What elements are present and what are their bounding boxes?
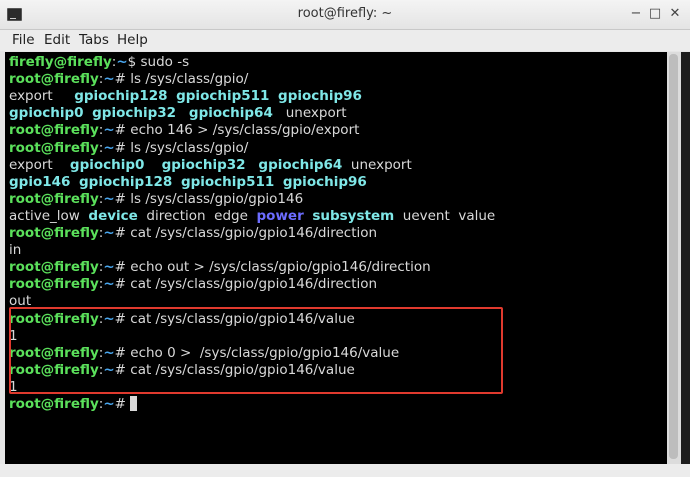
terminal-text: active_low (9, 207, 89, 224)
prompt-user: firefly@firefly (9, 54, 112, 70)
menu-tabs[interactable]: Tabs (79, 32, 109, 48)
terminal-text: # ls /sys/class/gpio/ (114, 71, 249, 88)
terminal-text: # cat /sys/class/gpio/gpio146/direction (114, 276, 378, 293)
terminal-line: gpio146 gpiochip128 gpiochip511 gpiochip… (9, 174, 367, 191)
terminal-text: gpiochip128 (79, 173, 173, 190)
terminal-text: # cat /sys/class/gpio/gpio146/direction (114, 225, 378, 241)
terminal-text: unexport (272, 105, 347, 122)
terminal-text: gpio146 (9, 173, 71, 190)
prompt-user: root@firefly (9, 259, 99, 276)
window-title: root@firefly: ~ (297, 6, 393, 21)
prompt-user: root@firefly (9, 71, 99, 88)
scrollbar[interactable] (667, 52, 681, 464)
terminal-line: root@firefly:~# (9, 396, 138, 413)
terminal-text: # (114, 396, 131, 412)
terminal-text: # echo 146 > /sys/class/gpio/export (114, 122, 360, 139)
terminal-text: # ls /sys/class/gpio/ (114, 139, 249, 156)
terminal-text: # echo out > /sys/class/gpio/gpio146/dir… (114, 259, 431, 276)
prompt-user: root@firefly (9, 139, 99, 156)
terminal-line: root@firefly:~# ls /sys/class/gpio/gpio1… (9, 191, 303, 208)
terminal-line: root@firefly:~# echo 146 > /sys/class/gp… (9, 122, 359, 139)
terminal-text: gpiochip0 (9, 105, 84, 122)
prompt-user: root@firefly (9, 276, 99, 293)
terminal-text: uevent value (394, 207, 496, 224)
prompt-user: root@firefly (9, 225, 99, 241)
terminal-text: gpiochip511 (180, 173, 275, 190)
menu-edit[interactable]: Edit (44, 32, 70, 48)
close-button[interactable]: ✕ (666, 5, 684, 23)
prompt-path: ~ (103, 122, 115, 139)
title-bar: root@firefly: ~ − □ ✕ (0, 0, 690, 30)
highlight-box (9, 307, 503, 394)
prompt-user: root@firefly (9, 396, 99, 412)
terminal-line: gpiochip0 gpiochip32 gpiochip64 unexport (9, 105, 347, 122)
terminal-line: root@firefly:~# cat /sys/class/gpio/gpio… (9, 225, 377, 242)
terminal-line: root@firefly:~# ls /sys/class/gpio/ (9, 140, 248, 157)
terminal-output[interactable]: firefly@firefly:~$ sudo -s root@firefly:~… (5, 52, 667, 464)
status-strip (0, 464, 690, 477)
terminal-text: subsystem (312, 207, 395, 224)
terminal-line: active_low device direction edge power s… (9, 208, 495, 225)
terminal-text: device (88, 207, 138, 224)
prompt-path: ~ (103, 190, 115, 207)
terminal-line: export gpiochip0 gpiochip32 gpiochip64 u… (9, 157, 412, 174)
prompt-path: ~ (103, 71, 115, 88)
menu-help[interactable]: Help (117, 32, 148, 48)
prompt-user: root@firefly (9, 190, 99, 207)
terminal-text: in (9, 242, 22, 259)
terminal-text: power (256, 207, 304, 224)
menu-bar: File Edit Tabs Help (0, 30, 690, 51)
prompt-user: root@firefly (9, 122, 99, 139)
terminal-text: $ sudo -s (127, 54, 190, 70)
terminal-line: export gpiochip128 gpiochip511 gpiochip9… (9, 88, 362, 105)
minimize-button[interactable]: − (627, 5, 645, 23)
terminal-text: # ls /sys/class/gpio/gpio146 (114, 190, 304, 207)
scrollbar-thumb[interactable] (669, 54, 678, 459)
terminal-text: gpiochip64 (188, 105, 273, 122)
terminal-line: in (9, 242, 21, 259)
terminal-text: gpiochip96 (278, 88, 362, 105)
maximize-button[interactable]: □ (646, 5, 664, 23)
terminal-text: gpiochip64 (258, 156, 343, 173)
terminal-line: root@firefly:~# ls /sys/class/gpio/ (9, 71, 248, 88)
prompt-path: ~ (103, 259, 115, 276)
terminal-line: root@firefly:~# cat /sys/class/gpio/gpio… (9, 276, 377, 293)
menu-file[interactable]: File (12, 32, 35, 48)
prompt-path: ~ (103, 276, 115, 293)
terminal-text: export (9, 156, 70, 173)
terminal-text: gpiochip511 (176, 88, 270, 105)
terminal-text: gpiochip32 (161, 156, 246, 173)
terminal-text: unexport (342, 156, 412, 173)
terminal-line: root@firefly:~# echo out > /sys/class/gp… (9, 259, 431, 276)
terminal-text: gpiochip128 (74, 88, 168, 105)
terminal-text: export (9, 88, 75, 105)
terminal-text: gpiochip0 (69, 156, 145, 173)
window-edge (681, 52, 690, 464)
terminal-line: firefly@firefly:~$ sudo -s (9, 54, 189, 71)
terminal-text: gpiochip32 (92, 105, 177, 122)
prompt-path: ~ (103, 139, 115, 156)
terminal-text: gpiochip96 (282, 173, 367, 190)
text-cursor (130, 396, 138, 411)
terminal-text: direction edge (137, 207, 257, 224)
prompt-path: ~ (103, 225, 115, 241)
prompt-path: ~ (103, 396, 115, 412)
prompt-path: ~ (116, 54, 128, 70)
